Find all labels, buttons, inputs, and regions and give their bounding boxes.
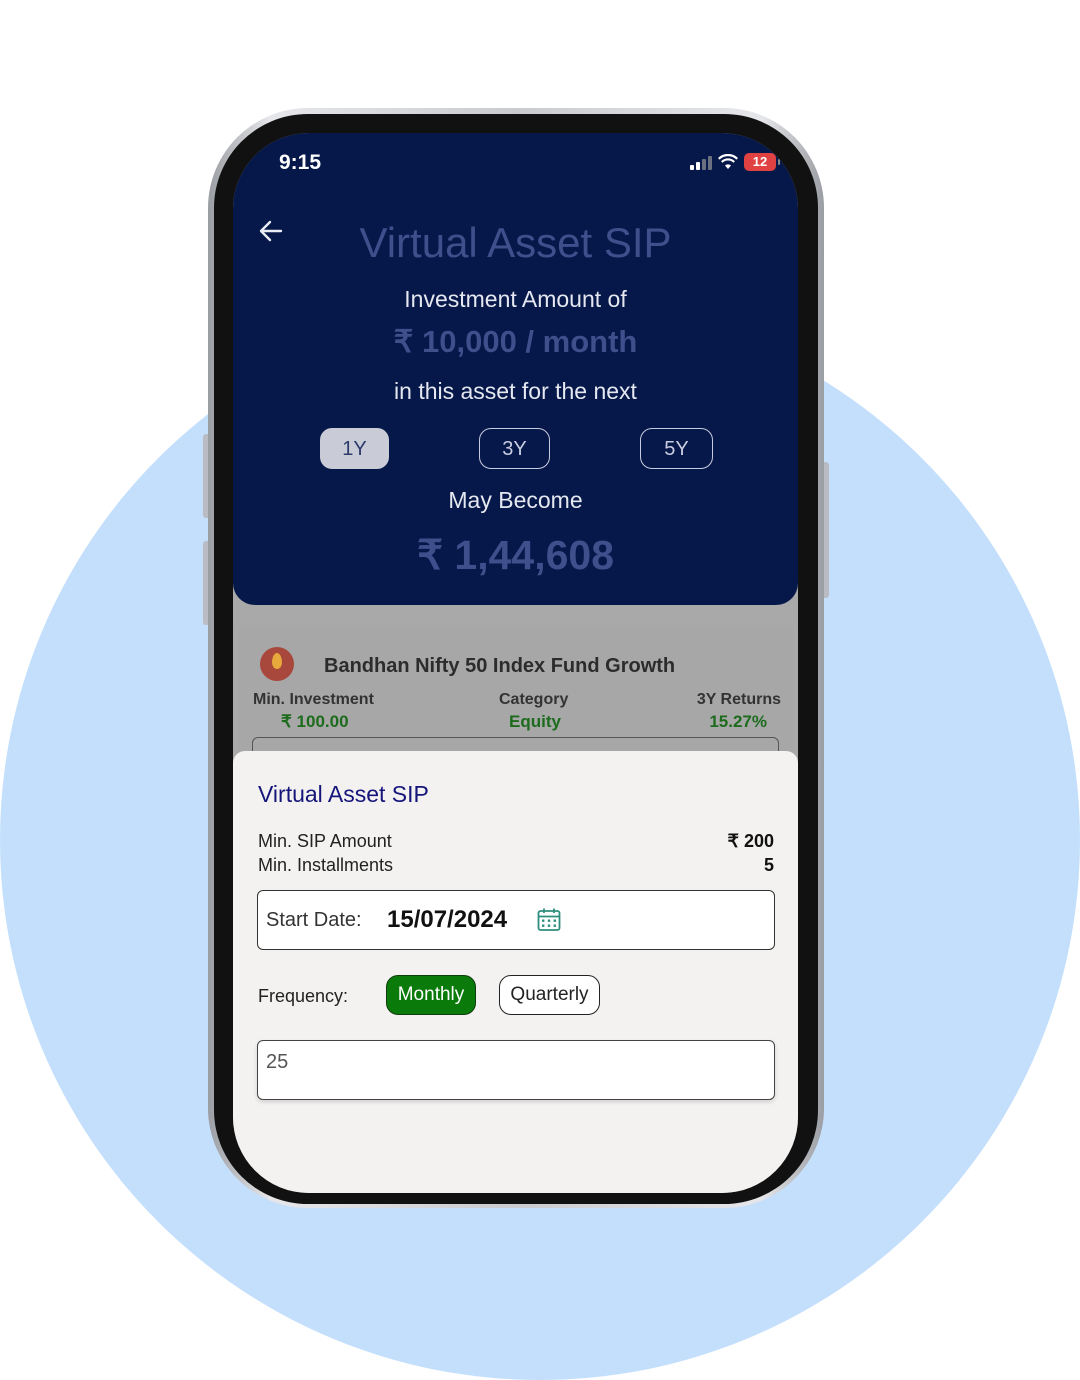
investment-label: Investment Amount of [404,286,627,312]
page-title: Virtual Asset SIP [359,219,672,266]
fund-logo [260,647,294,681]
frequency-quarterly-button[interactable]: Quarterly [499,975,600,1015]
status-time: 9:15 [279,151,322,174]
min-installments-label: Min. Installments [258,855,394,875]
sheet-title: Virtual Asset SIP [258,781,429,807]
phone-screen: 9:15 12 Virtual Asset SIP Investment Amo… [233,133,798,1193]
duration-5y-button[interactable]: 5Y [640,428,713,469]
may-become-label: May Become [448,487,583,513]
duration-selector: 1Y 3Y 5Y [233,428,798,472]
battery-icon: 12 [744,153,780,171]
min-sip-amount-label: Min. SIP Amount [258,831,392,851]
min-sip-amount-value: ₹ 200 [727,831,775,851]
wifi-icon [718,154,738,169]
returns-value: 15.27% [709,712,767,731]
status-icons: 12 [690,153,780,171]
min-installments-value: 5 [763,855,774,875]
period-label: in this asset for the next [394,378,637,404]
min-investment-label: Min. Investment [253,691,374,708]
investment-amount: ₹ 10,000 / month [393,324,638,359]
duration-3y-button[interactable]: 3Y [479,428,550,469]
frequency-label: Frequency: [258,986,349,1006]
sip-header: 9:15 12 Virtual Asset SIP Investment Amo… [233,133,798,605]
frequency-monthly-button[interactable]: Monthly [386,975,476,1015]
category-value: Equity [509,712,561,731]
signal-icon [690,155,712,170]
min-investment-value: ₹ 100.00 [281,712,349,731]
start-date-label: Start Date: [266,909,362,931]
projected-value: ₹ 1,44,608 [416,532,615,578]
fund-name: Bandhan Nifty 50 Index Fund Growth [324,655,676,677]
sip-bottom-sheet: Virtual Asset SIP Min. SIP Amount ₹ 200 … [233,751,798,1193]
duration-1y-button[interactable]: 1Y [320,428,389,469]
installments-input[interactable]: 25 [257,1040,775,1100]
start-date-field[interactable]: Start Date: 15/07/2024 [257,890,775,950]
returns-label: 3Y Returns [696,691,781,708]
calendar-icon[interactable] [536,907,562,933]
start-date-value: 15/07/2024 [387,906,508,933]
category-label: Category [499,691,569,708]
